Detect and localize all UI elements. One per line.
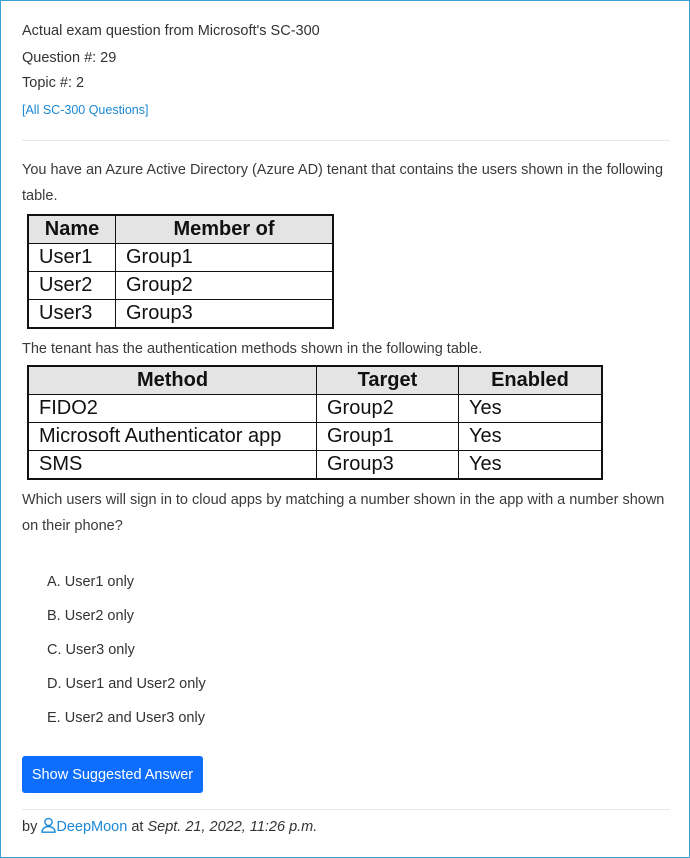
table-cell: User2 [27,271,116,300]
column-header: Enabled [458,365,603,395]
column-header: Name [27,214,116,244]
table-header-row: Method Target Enabled [27,365,603,395]
table-row: SMS Group3 Yes [27,450,603,480]
table-cell: Group3 [316,450,459,480]
methods-table: Method Target Enabled FIDO2 Group2 Yes M… [27,365,603,480]
table-cell: Microsoft Authenticator app [27,422,317,451]
table-cell: Group2 [316,394,459,423]
table-header-row: Name Member of [27,214,334,244]
table-row: User2 Group2 [27,271,334,300]
table-cell: Yes [458,394,603,423]
exam-title: Actual exam question from Microsoft's SC… [22,23,320,39]
question-intro: You have an Azure Active Directory (Azur… [22,162,664,204]
choice-a[interactable]: A. User1 only [47,569,206,603]
byline-at: at [131,819,144,835]
table-cell: SMS [27,450,317,480]
column-header: Member of [115,214,334,244]
table-cell: User1 [27,243,116,272]
topic-number: Topic #: 2 [22,75,85,91]
column-header: Target [316,365,459,395]
choice-e[interactable]: E. User2 and User3 only [47,705,206,739]
column-header: Method [27,365,317,395]
question-prompt: Which users will sign in to cloud apps b… [22,492,665,534]
post-date: Sept. 21, 2022, 11:26 p.m. [147,819,318,835]
table-row: FIDO2 Group2 Yes [27,394,603,423]
methods-intro: The tenant has the authentication method… [22,341,483,357]
table-cell: Yes [458,422,603,451]
divider [22,140,670,141]
choice-c[interactable]: C. User3 only [47,637,206,671]
answer-choices: A. User1 only B. User2 only C. User3 onl… [47,569,206,739]
users-table: Name Member of User1 Group1 User2 Group2… [27,214,334,329]
table-row: Microsoft Authenticator app Group1 Yes [27,422,603,451]
table-cell: Group2 [115,271,334,300]
table-cell: Yes [458,450,603,480]
table-row: User1 Group1 [27,243,334,272]
byline: by DeepMoon at Sept. 21, 2022, 11:26 p.m… [22,817,317,837]
username-link[interactable]: DeepMoon [56,819,127,835]
table-cell: Group1 [316,422,459,451]
question-number: Question #: 29 [22,50,117,66]
user-icon [41,817,57,837]
divider [22,809,670,810]
choice-d[interactable]: D. User1 and User2 only [47,671,206,705]
table-cell: FIDO2 [27,394,317,423]
choice-b[interactable]: B. User2 only [47,603,206,637]
table-cell: Group1 [115,243,334,272]
table-cell: User3 [27,299,116,329]
table-cell: Group3 [115,299,334,329]
table-row: User3 Group3 [27,299,334,329]
byline-by: by [22,819,38,835]
show-suggested-answer-button[interactable]: Show Suggested Answer [22,756,203,793]
all-questions-link[interactable]: [All SC-300 Questions] [22,103,148,117]
